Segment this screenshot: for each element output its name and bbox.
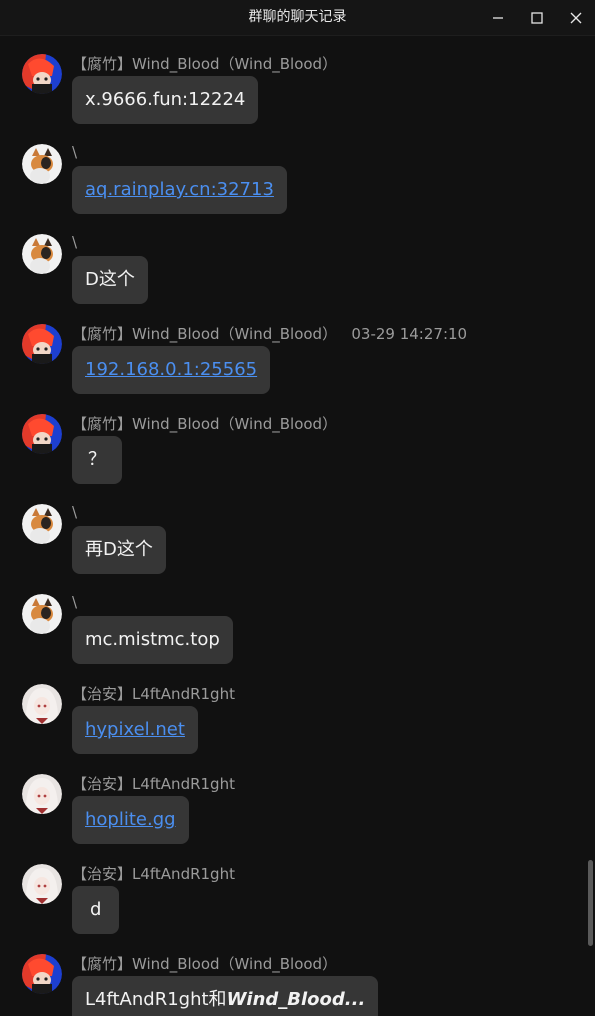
message-text: L4ftAndR1ght和 <box>85 989 227 1010</box>
message-bubble[interactable]: 再D这个 <box>72 526 166 574</box>
message-item: 【治安】L4ftAndR1ght hoplite.gg <box>0 756 585 846</box>
message-list[interactable]: 【腐竹】Wind_Blood（Wind_Blood） x.9666.fun:12… <box>0 36 585 1016</box>
title-bar: 群聊的聊天记录 <box>0 0 595 36</box>
message-text: 再D这个 <box>85 539 153 560</box>
message-bubble[interactable]: d <box>72 886 120 934</box>
message-item: 【治安】L4ftAndR1ght hypixel.net <box>0 666 585 756</box>
sender-name: \ <box>72 503 78 521</box>
message-item: 【腐竹】Wind_Blood（Wind_Blood） 03-29 14:27:1… <box>0 306 585 396</box>
message-item: \ 再D这个 <box>0 486 585 576</box>
message-text: D这个 <box>85 269 135 290</box>
message-bubble[interactable]: aq.rainplay.cn:32713 <box>72 166 287 214</box>
message-text: x.9666.fun:12224 <box>85 89 246 110</box>
sender-name: 【治安】L4ftAndR1ght <box>72 685 235 703</box>
red-hair-avatar[interactable] <box>22 954 62 994</box>
white-hair-avatar[interactable] <box>22 774 62 814</box>
message-item: 【腐竹】Wind_Blood（Wind_Blood） L4ftAndR1ght和… <box>0 936 585 1016</box>
cat-avatar[interactable] <box>22 594 62 634</box>
message-text: d <box>90 899 102 920</box>
sender-name: 【腐竹】Wind_Blood（Wind_Blood） <box>72 955 338 973</box>
message-bubble[interactable]: 192.168.0.1:25565 <box>72 346 271 394</box>
cat-avatar[interactable] <box>22 144 62 184</box>
message-link[interactable]: hoplite.gg <box>85 809 176 830</box>
minimize-icon <box>493 16 503 19</box>
message-link[interactable]: 192.168.0.1:25565 <box>85 359 257 380</box>
cat-avatar[interactable] <box>22 504 62 544</box>
message-item: \ mc.mistmc.top <box>0 576 585 666</box>
sender-name: \ <box>72 593 78 611</box>
minimize-button[interactable] <box>478 0 518 35</box>
close-button[interactable] <box>556 0 595 35</box>
message-item: 【治安】L4ftAndR1ght d <box>0 846 585 936</box>
message-text: ？ <box>88 449 106 470</box>
sender-name: \ <box>72 143 78 161</box>
white-hair-avatar[interactable] <box>22 864 62 904</box>
message-text-bold: Wind_Blood... <box>226 989 366 1010</box>
message-bubble[interactable]: D这个 <box>72 256 148 304</box>
scrollbar-thumb[interactable] <box>588 860 593 946</box>
message-link[interactable]: aq.rainplay.cn:32713 <box>85 179 274 200</box>
message-bubble[interactable]: x.9666.fun:12224 <box>72 76 259 124</box>
cat-avatar[interactable] <box>22 234 62 274</box>
sender-name: 【腐竹】Wind_Blood（Wind_Blood） <box>72 55 338 73</box>
message-bubble[interactable]: L4ftAndR1ght和Wind_Blood... <box>72 976 379 1016</box>
maximize-icon <box>531 11 543 24</box>
message-bubble[interactable]: mc.mistmc.top <box>72 616 233 664</box>
maximize-button[interactable] <box>517 0 557 35</box>
red-hair-avatar[interactable] <box>22 54 62 94</box>
sender-name: 【治安】L4ftAndR1ght <box>72 865 235 883</box>
message-bubble[interactable]: hypixel.net <box>72 706 198 754</box>
chat-history-window: 群聊的聊天记录 【腐竹】Wind_Blood（Wind_Blood） x.966… <box>0 0 595 1016</box>
sender-name: 【腐竹】Wind_Blood（Wind_Blood） 03-29 14:27:1… <box>72 325 468 343</box>
message-bubble[interactable]: ？ <box>72 436 122 484</box>
red-hair-avatar[interactable] <box>22 324 62 364</box>
message-link[interactable]: hypixel.net <box>85 719 185 740</box>
message-item: \ D这个 <box>0 216 585 306</box>
message-item: 【腐竹】Wind_Blood（Wind_Blood） x.9666.fun:12… <box>0 36 585 126</box>
white-hair-avatar[interactable] <box>22 684 62 724</box>
sender-name: 【腐竹】Wind_Blood（Wind_Blood） <box>72 415 338 433</box>
sender-name: 【治安】L4ftAndR1ght <box>72 775 235 793</box>
red-hair-avatar[interactable] <box>22 414 62 454</box>
message-item: \ aq.rainplay.cn:32713 <box>0 126 585 216</box>
close-icon <box>570 12 582 23</box>
message-bubble[interactable]: hoplite.gg <box>72 796 189 844</box>
sender-name: \ <box>72 233 78 251</box>
message-text: mc.mistmc.top <box>85 629 220 650</box>
message-item: 【腐竹】Wind_Blood（Wind_Blood） ？ <box>0 396 585 486</box>
